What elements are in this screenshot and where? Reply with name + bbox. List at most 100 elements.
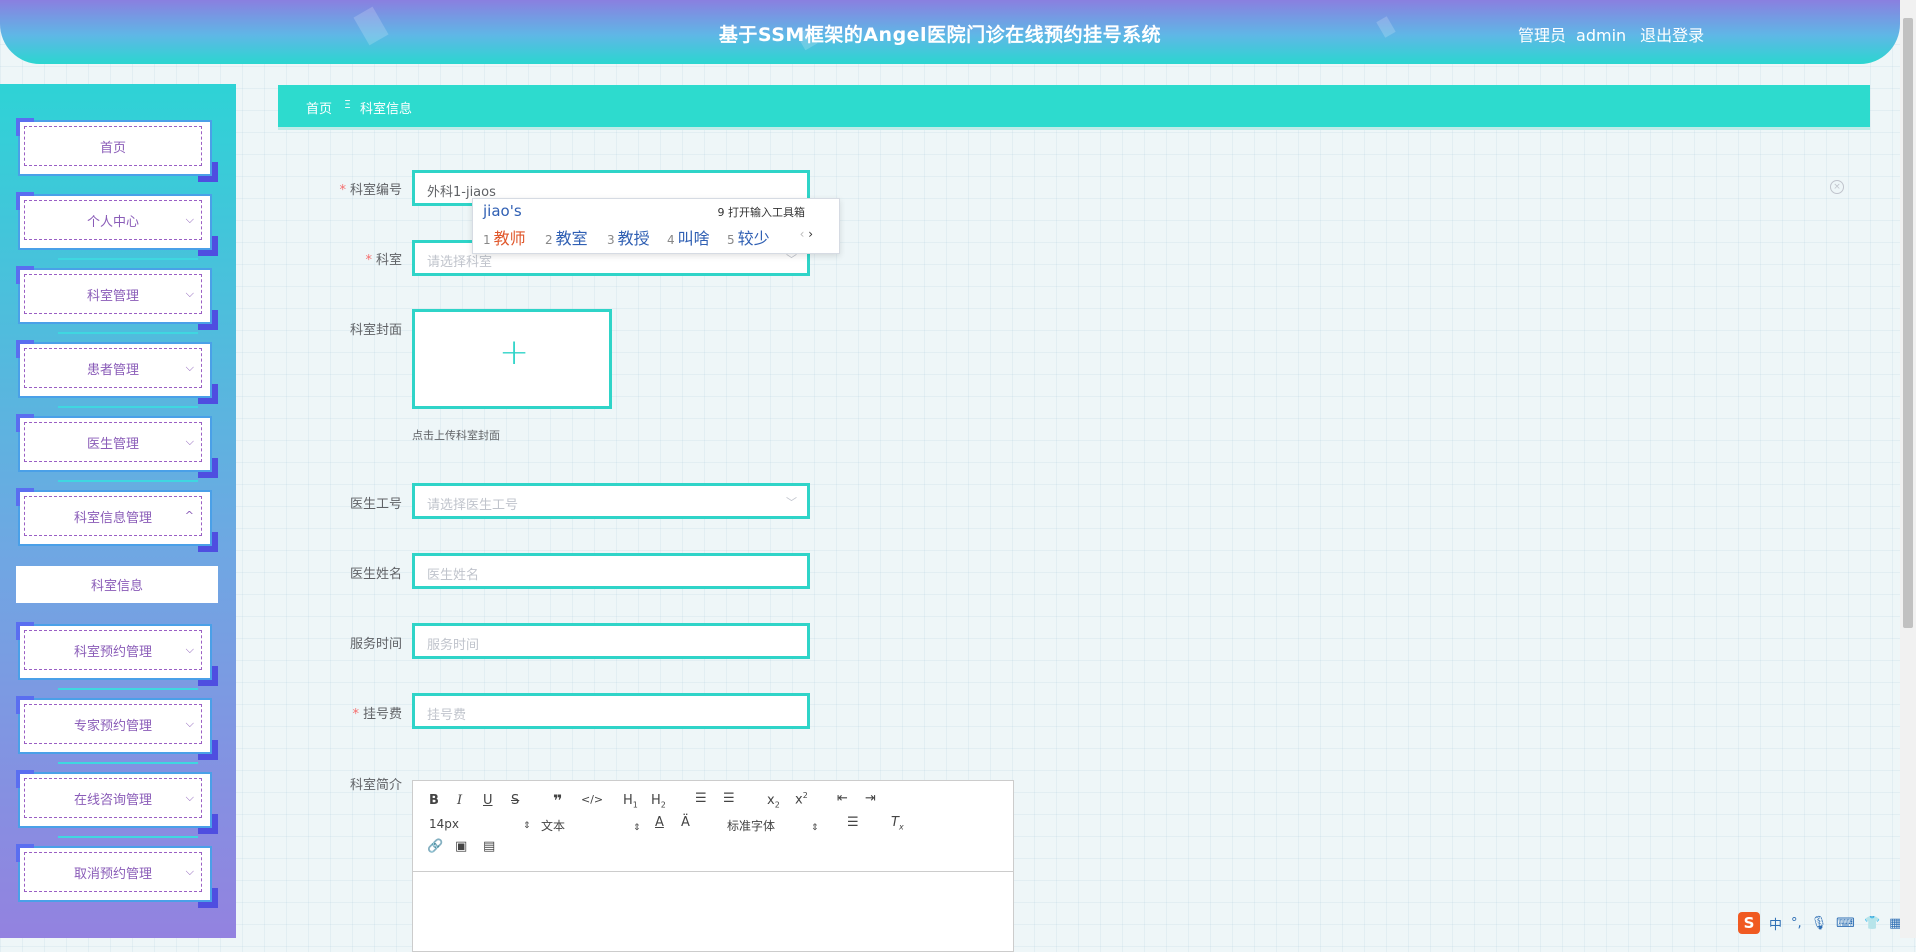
fee-label: * 挂号费 (352, 707, 402, 722)
keyboard-icon[interactable]: ⌨ (1836, 916, 1855, 931)
chevron-down-icon: ⌵ (185, 791, 194, 804)
scrollbar-thumb[interactable] (1903, 18, 1913, 628)
sidebar-subitem-dept-info[interactable]: 科室信息 (16, 566, 218, 603)
ordered-list-icon[interactable]: ☰ (695, 791, 707, 806)
strikethrough-icon[interactable]: S (511, 793, 519, 808)
breadcrumb-separator-icon: Ξ (344, 98, 351, 111)
chevron-down-icon: ⌵ (185, 865, 194, 878)
font-size-select[interactable]: 14px ⇕ (429, 817, 531, 831)
ime-candidate[interactable]: 4 叫啥 (667, 225, 710, 249)
sidebar-item-label: 首页 (24, 126, 202, 166)
heading2-icon[interactable]: H2 (651, 793, 666, 810)
ime-candidate[interactable]: 3 教授 (607, 225, 650, 249)
sidebar-item-label: 专家预约管理 (24, 704, 202, 744)
chevron-down-icon: ⌵ (185, 435, 194, 448)
sidebar-item-cancel-appointment[interactable]: 取消预约管理 ⌵ (16, 844, 218, 908)
ime-lang[interactable]: 中 (1769, 914, 1782, 933)
ime-candidate-popup: jiao's 9 打开输入工具箱 1 教师 2 教室 3 教授 4 叫啥 5 较少 ‹ › (472, 198, 840, 254)
top-header: 基于SSM框架的Angel医院门诊在线预约挂号系统 管理员 admin 退出登录 (0, 0, 1900, 64)
service-time-label: 服务时间 (349, 637, 402, 652)
ime-typed-text: jiao's (483, 202, 522, 220)
doctor-id-placeholder: 请选择医生工号 (427, 498, 519, 513)
breadcrumb-home[interactable]: 首页 (306, 98, 332, 117)
background-color-icon[interactable]: Ä (681, 815, 690, 830)
username: admin (1576, 26, 1627, 45)
chevron-down-icon: ⌵ (185, 213, 194, 226)
image-icon[interactable]: ▣ (455, 839, 467, 854)
user-role: 管理员 (1518, 26, 1567, 45)
indent-icon[interactable]: ⇥ (865, 791, 876, 806)
bullet-list-icon[interactable]: ☰ (723, 791, 735, 806)
breadcrumb-current: 科室信息 (360, 102, 413, 117)
font-family-select[interactable]: 标准字体 ⇕ (727, 817, 819, 834)
ime-candidate[interactable]: 1 教师 (483, 225, 526, 249)
close-icon[interactable]: × (1830, 180, 1844, 194)
chevron-up-icon: ^ (184, 509, 194, 522)
clear-format-icon[interactable]: Tx (891, 815, 904, 832)
sidebar-item-label: 患者管理 (24, 348, 202, 388)
skin-icon[interactable]: 👕 (1864, 916, 1880, 931)
microphone-icon[interactable]: 🎙 (1811, 916, 1828, 931)
sidebar-item-dept-management[interactable]: 科室管理 ⌵ (16, 266, 218, 334)
sidebar-item-dept-appointment[interactable]: 科室预约管理 ⌵ (16, 622, 218, 690)
sidebar-item-patient-management[interactable]: 患者管理 ⌵ (16, 340, 218, 408)
italic-icon[interactable]: I (457, 793, 462, 808)
dept-no-label: * 科室编号 (339, 183, 402, 198)
logout-link[interactable]: 退出登录 (1640, 26, 1704, 45)
chevron-down-icon: ﹀ (786, 496, 797, 509)
text-type-select[interactable]: 文本 ⇕ (541, 817, 641, 834)
dept-label: * 科室 (365, 253, 402, 268)
sidebar-item-label: 科室管理 (24, 274, 202, 314)
sidebar: 首页 个人中心 ⌵ 科室管理 ⌵ 患者管理 ⌵ 医生管理 ⌵ 科室信息管理 ^ … (0, 84, 236, 938)
plus-icon: + (499, 332, 530, 373)
doctor-id-select[interactable]: 请选择医生工号 ﹀ (412, 483, 810, 519)
quote-icon[interactable]: ❞ (553, 791, 562, 810)
heading1-icon[interactable]: H1 (623, 793, 638, 810)
ime-candidate[interactable]: 5 较少 (727, 225, 770, 249)
chevron-down-icon: ⌵ (185, 361, 194, 374)
doctor-name-label: 医生姓名 (349, 567, 402, 582)
cover-uploader[interactable]: + (412, 309, 612, 409)
doctor-name-input[interactable]: 医生姓名 (412, 553, 810, 589)
sidebar-item-online-consult[interactable]: 在线咨询管理 ⌵ (16, 770, 218, 838)
sidebar-item-label: 个人中心 (24, 200, 202, 240)
fee-input[interactable]: 挂号费 (412, 693, 810, 729)
cover-label: 科室封面 (349, 323, 402, 338)
editor-toolbar: B I U S ❞ </> H1 H2 ☰ ☰ x2 x2 ⇤ ⇥ 14px ⇕ … (413, 781, 1013, 872)
service-time-placeholder: 服务时间 (427, 638, 480, 653)
doctor-id-label: 医生工号 (349, 497, 402, 512)
bold-icon[interactable]: B (429, 793, 439, 808)
superscript-icon[interactable]: x2 (795, 791, 808, 807)
sidebar-item-personal-center[interactable]: 个人中心 ⌵ (16, 192, 218, 260)
video-icon[interactable]: ▤ (483, 839, 495, 854)
sidebar-item-label: 科室预约管理 (24, 630, 202, 670)
outdent-icon[interactable]: ⇤ (837, 791, 848, 806)
sidebar-item-label: 医生管理 (24, 422, 202, 462)
ime-toolbox-link[interactable]: 9 打开输入工具箱 (718, 204, 806, 220)
chevron-down-icon: ⌵ (185, 287, 194, 300)
page-scrollbar[interactable] (1900, 0, 1916, 938)
user-area: 管理员 admin 退出登录 (1518, 22, 1714, 46)
align-icon[interactable]: ☰ (847, 815, 859, 830)
ime-page-arrows[interactable]: ‹ › (800, 227, 813, 241)
sidebar-item-label: 科室信息管理 (24, 496, 202, 536)
link-icon[interactable]: 🔗 (427, 839, 443, 854)
sidebar-item-home[interactable]: 首页 (16, 118, 218, 182)
ime-candidate[interactable]: 2 教室 (545, 225, 588, 249)
fee-placeholder: 挂号费 (427, 708, 467, 723)
sidebar-item-expert-appointment[interactable]: 专家预约管理 ⌵ (16, 696, 218, 764)
sidebar-item-label: 取消预约管理 (24, 852, 202, 892)
subscript-icon[interactable]: x2 (767, 793, 780, 810)
punct-mode[interactable]: °, (1791, 916, 1802, 931)
service-time-input[interactable]: 服务时间 (412, 623, 810, 659)
sidebar-item-dept-info-management[interactable]: 科室信息管理 ^ (16, 488, 218, 552)
sidebar-item-doctor-management[interactable]: 医生管理 ⌵ (16, 414, 218, 482)
font-color-icon[interactable]: A (655, 815, 664, 830)
sidebar-item-label: 在线咨询管理 (24, 778, 202, 818)
underline-icon[interactable]: U (483, 793, 493, 808)
sogou-logo-icon[interactable]: S (1738, 912, 1760, 934)
upload-tip: 点击上传科室封面 (412, 429, 500, 442)
rich-text-editor[interactable]: B I U S ❞ </> H1 H2 ☰ ☰ x2 x2 ⇤ ⇥ 14px ⇕ … (412, 780, 1014, 952)
chevron-down-icon: ⌵ (185, 643, 194, 656)
code-icon[interactable]: </> (581, 793, 603, 806)
